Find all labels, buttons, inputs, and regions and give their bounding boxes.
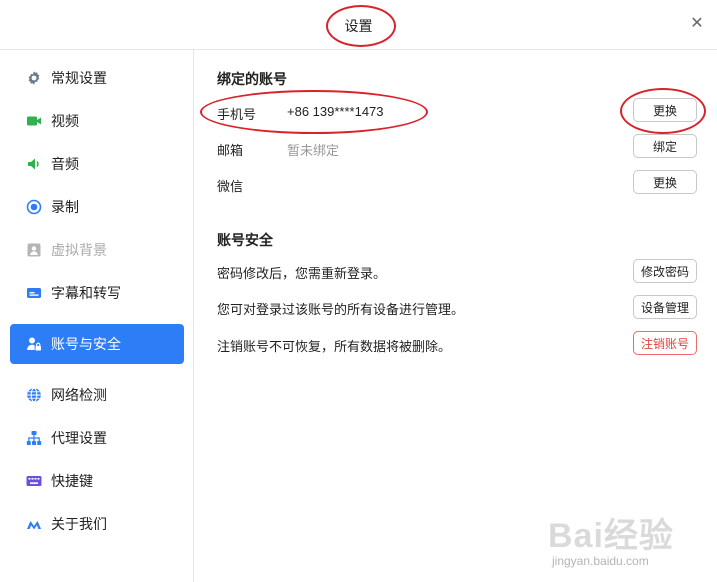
- deactivate-account-button[interactable]: 注销账号: [633, 331, 697, 355]
- settings-window: 设置 ✕ 常规设置 视频 音频 录制 虚拟背景 字幕和转写 账号与安全 网络检测…: [0, 0, 717, 582]
- change-wechat-button[interactable]: 更换: [633, 170, 697, 194]
- gear-icon: [26, 70, 42, 86]
- logo-icon: [26, 516, 42, 532]
- globe-icon: [26, 387, 42, 403]
- account-security-title: 账号安全: [217, 232, 273, 248]
- speaker-icon: [26, 156, 42, 172]
- device-management-button[interactable]: 设备管理: [633, 295, 697, 319]
- keyboard-icon: [26, 473, 42, 489]
- change-phone-button[interactable]: 更换: [633, 98, 697, 122]
- video-camera-icon: [26, 113, 42, 129]
- phone-value: +86 139****1473: [287, 104, 384, 119]
- bind-email-button[interactable]: 绑定: [633, 134, 697, 158]
- phone-label: 手机号: [217, 107, 257, 122]
- sidebar-item-proxy-settings[interactable]: 代理设置: [10, 418, 184, 458]
- sidebar-item-label: 常规设置: [51, 70, 107, 86]
- sidebar-item-label: 网络检测: [51, 387, 107, 403]
- bound-accounts-title: 绑定的账号: [217, 71, 287, 87]
- portrait-icon: [26, 242, 42, 258]
- sidebar-item-label: 字幕和转写: [51, 285, 121, 301]
- record-icon: [26, 199, 42, 215]
- sidebar-item-label: 视频: [51, 113, 79, 129]
- deactivate-hint: 注销账号不可恢复，所有数据将被删除。: [217, 339, 452, 354]
- email-label: 邮箱: [217, 143, 244, 158]
- wechat-label: 微信: [217, 179, 244, 194]
- sidebar-item-label: 音频: [51, 156, 79, 172]
- sidebar-item-network-check[interactable]: 网络检测: [10, 375, 184, 415]
- sidebar-item-account-security[interactable]: 账号与安全: [10, 324, 184, 364]
- subtitles-icon: [26, 285, 42, 301]
- sidebar-item-label: 快捷键: [51, 473, 93, 489]
- sidebar-item-audio[interactable]: 音频: [10, 144, 184, 184]
- network-tree-icon: [26, 430, 42, 446]
- password-hint: 密码修改后，您需重新登录。: [217, 266, 387, 281]
- sidebar-item-label: 虚拟背景: [51, 242, 107, 258]
- device-management-hint: 您可对登录过该账号的所有设备进行管理。: [217, 302, 465, 317]
- sidebar-item-subtitles[interactable]: 字幕和转写: [10, 273, 184, 313]
- close-icon[interactable]: ✕: [687, 14, 707, 34]
- email-value: 暂未绑定: [287, 143, 340, 158]
- sidebar-item-about-us[interactable]: 关于我们: [10, 504, 184, 544]
- sidebar: 常规设置 视频 音频 录制 虚拟背景 字幕和转写 账号与安全 网络检测 代理设置…: [0, 50, 194, 582]
- watermark-logo-text: Bai经验: [548, 517, 674, 555]
- baidu-jingyan-watermark: Bai经验 jingyan.baidu.com: [540, 508, 710, 574]
- sidebar-item-shortcuts[interactable]: 快捷键: [10, 461, 184, 501]
- sidebar-item-label: 代理设置: [51, 430, 107, 446]
- title-bar: 设置 ✕: [0, 0, 717, 50]
- watermark-url: jingyan.baidu.com: [552, 554, 649, 568]
- sidebar-item-recording[interactable]: 录制: [10, 187, 184, 227]
- sidebar-item-video[interactable]: 视频: [10, 101, 184, 141]
- sidebar-item-label: 录制: [51, 199, 79, 215]
- sidebar-item-virtual-background[interactable]: 虚拟背景: [10, 230, 184, 270]
- user-lock-icon: [26, 336, 42, 352]
- window-title: 设置: [344, 18, 373, 34]
- account-security-panel: 绑定的账号 手机号 +86 139****1473 更换 邮箱 暂未绑定 绑定 …: [194, 50, 717, 582]
- sidebar-item-general[interactable]: 常规设置: [10, 58, 184, 98]
- sidebar-item-label: 账号与安全: [51, 336, 121, 352]
- sidebar-item-label: 关于我们: [51, 516, 107, 532]
- change-password-button[interactable]: 修改密码: [633, 259, 697, 283]
